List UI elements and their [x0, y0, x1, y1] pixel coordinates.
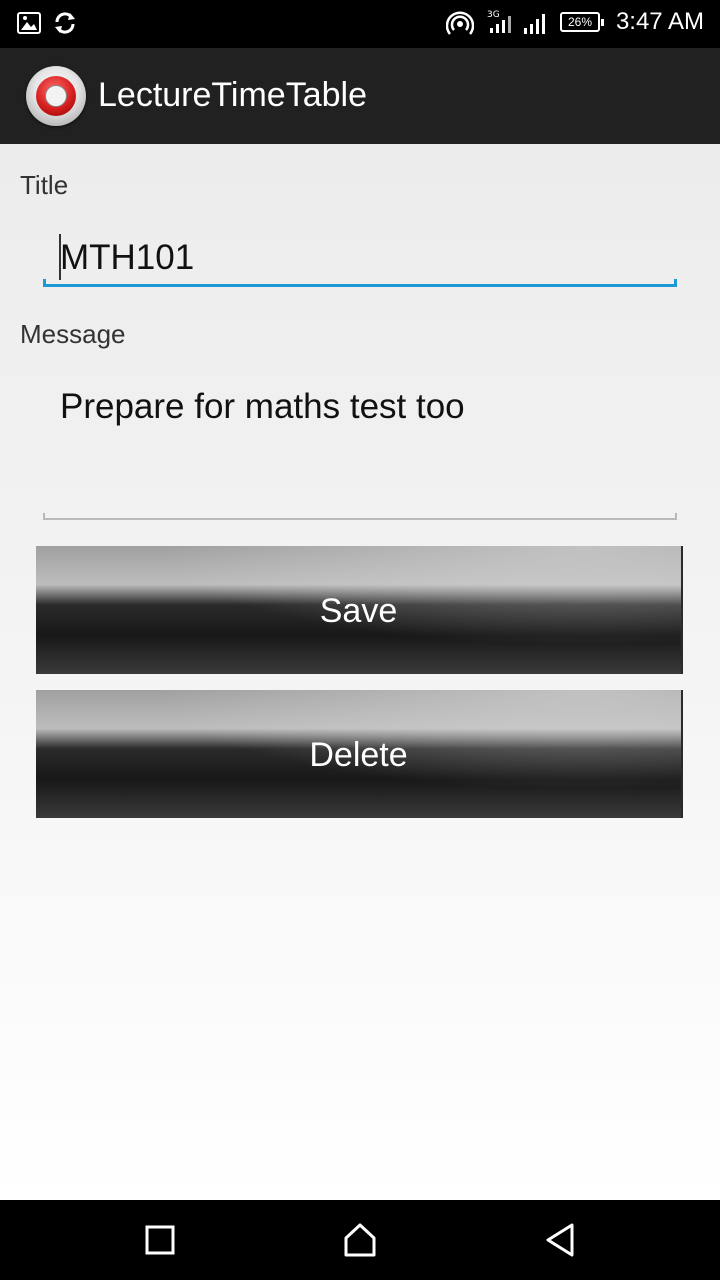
signal-3g-icon: 3G — [486, 8, 516, 40]
navigation-bar — [0, 1200, 720, 1280]
gallery-icon — [16, 10, 42, 40]
back-icon[interactable] — [540, 1220, 580, 1260]
sync-icon — [52, 10, 78, 40]
alarm-clock-icon — [26, 66, 86, 126]
title-input-value[interactable]: MTH101 — [60, 238, 194, 278]
action-bar: LectureTimeTable — [0, 48, 720, 144]
message-label: Message — [20, 319, 126, 349]
status-bar: 3G 26% 3:47 AM — [0, 0, 720, 48]
clock-time: 3:47 AM — [615, 8, 704, 35]
delete-button[interactable]: Delete — [36, 690, 683, 818]
recent-apps-icon[interactable] — [140, 1220, 180, 1260]
save-button[interactable]: Save — [36, 546, 683, 674]
message-input-value[interactable]: Prepare for maths test too — [60, 387, 465, 427]
title-input-underline — [43, 279, 677, 287]
network-type-label: 3G — [487, 10, 500, 20]
hotspot-icon — [445, 10, 475, 42]
home-icon[interactable] — [340, 1220, 380, 1260]
edit-lecture-form: Title MTH101 Message Prepare for maths t… — [0, 144, 720, 1200]
app-title: LectureTimeTable — [98, 76, 367, 114]
signal-icon — [522, 10, 550, 40]
message-input-underline — [43, 513, 677, 520]
title-label: Title — [20, 170, 69, 200]
battery-icon: 26% — [560, 12, 604, 32]
